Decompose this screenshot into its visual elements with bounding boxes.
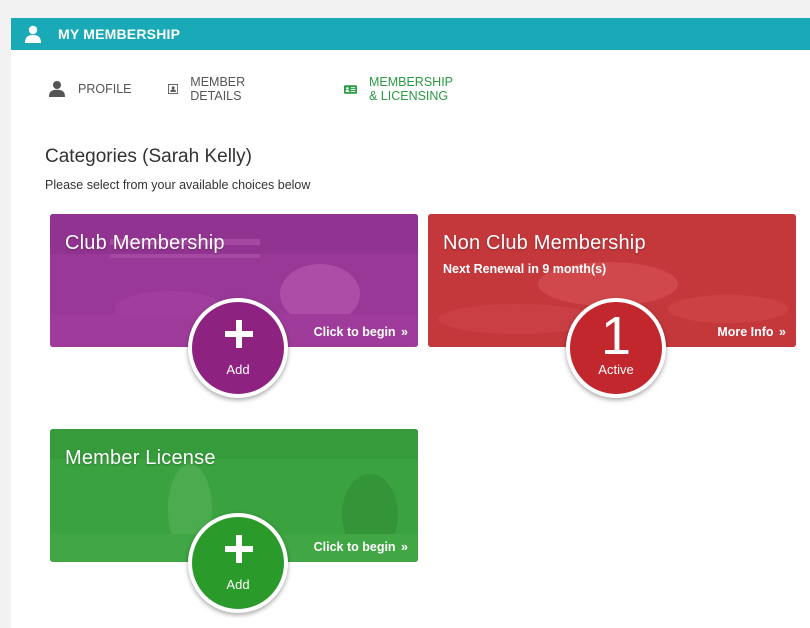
active-count: 1 xyxy=(600,306,632,366)
add-member-license-button[interactable]: Add xyxy=(188,513,288,613)
section-subtitle: Please select from your available choice… xyxy=(45,178,311,192)
badge-label: Add xyxy=(226,362,250,377)
tab-member-details[interactable]: MEMBER DETAILS xyxy=(168,75,253,103)
active-membership-badge[interactable]: 1 Active xyxy=(566,298,666,398)
card-title: Member License xyxy=(65,447,216,469)
id-card-icon xyxy=(168,83,179,95)
link-label: Click to begin xyxy=(313,540,396,554)
plus-icon xyxy=(225,535,253,563)
badge-label: Active xyxy=(598,362,634,377)
panel-header: MY MEMBERSHIP xyxy=(11,18,810,50)
section-title: Categories (Sarah Kelly) xyxy=(45,146,252,167)
user-icon xyxy=(25,25,41,43)
badge-label: Add xyxy=(226,577,250,592)
click-to-begin-link[interactable]: Click to begin » xyxy=(313,540,408,554)
link-label: Click to begin xyxy=(313,325,396,339)
card-title: Non Club Membership xyxy=(443,232,646,254)
plus-icon xyxy=(225,320,253,348)
tab-membership-licensing[interactable]: MEMBERSHIP & LICENSING xyxy=(344,75,463,103)
panel-title: MY MEMBERSHIP xyxy=(58,26,181,42)
profile-icon xyxy=(49,81,65,97)
card-title: Club Membership xyxy=(65,232,225,254)
add-club-membership-button[interactable]: Add xyxy=(188,298,288,398)
tab-label: PROFILE xyxy=(78,82,132,96)
chevron-right-icon: » xyxy=(401,540,408,554)
tab-label: MEMBER DETAILS xyxy=(190,75,246,103)
membership-card-icon xyxy=(344,84,357,94)
tab-label: MEMBERSHIP & LICENSING xyxy=(368,75,453,103)
tab-profile[interactable]: PROFILE xyxy=(48,78,132,100)
chevron-right-icon: » xyxy=(779,325,786,339)
link-label: More Info xyxy=(717,325,774,339)
click-to-begin-link[interactable]: Click to begin » xyxy=(313,325,408,339)
renewal-text: Next Renewal in 9 month(s) xyxy=(443,262,607,276)
more-info-link[interactable]: More Info » xyxy=(717,325,786,339)
chevron-right-icon: » xyxy=(401,325,408,339)
